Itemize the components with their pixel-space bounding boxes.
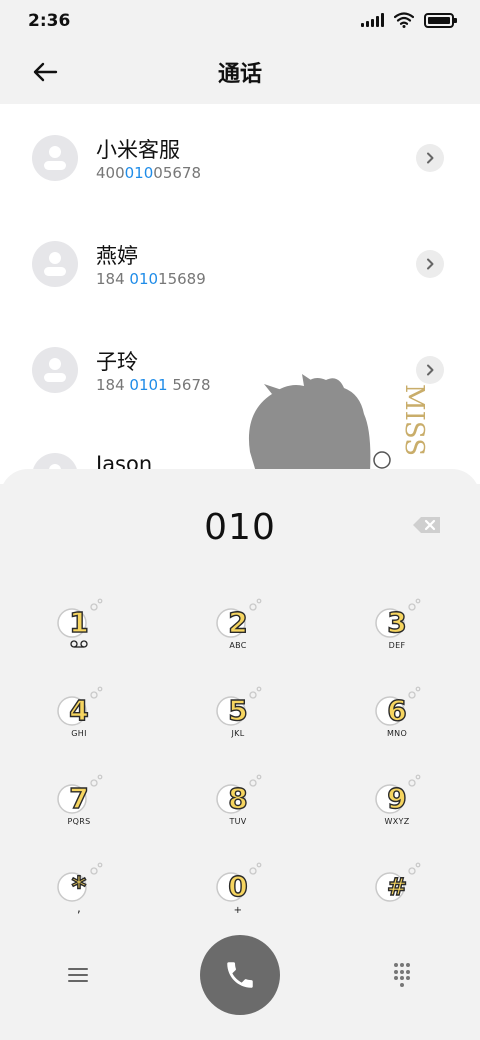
dial-key-1[interactable]: 1: [44, 593, 114, 663]
contact-number: 184 01015689: [96, 270, 206, 288]
status-icons: [361, 12, 457, 28]
dial-key-0[interactable]: 0 +: [203, 857, 273, 927]
signal-icon: [361, 13, 384, 27]
keypad-toggle-button[interactable]: [392, 963, 412, 987]
page-title: 通话: [217, 62, 262, 87]
dial-key-3[interactable]: 3 DEF: [362, 593, 432, 663]
call-button[interactable]: [200, 935, 280, 1015]
backspace-icon: [413, 517, 440, 533]
chevron-right-icon: [427, 258, 434, 270]
contact-number: 40001005678: [96, 164, 201, 182]
dial-key-star[interactable]: * ,: [44, 857, 114, 927]
status-bar: 2:36: [0, 0, 480, 40]
contact-name: 燕婷: [96, 244, 138, 268]
contact-detail-button[interactable]: [416, 250, 444, 278]
contact-detail-button[interactable]: [416, 144, 444, 172]
phone-icon: [227, 962, 253, 988]
dial-key-8[interactable]: 8 TUV: [203, 769, 273, 839]
status-time: 2:36: [28, 11, 71, 31]
dial-key-4[interactable]: 4 GHI: [44, 681, 114, 751]
dial-key-2[interactable]: 2 ABC: [203, 593, 273, 663]
dialer-panel: 010 1 2 ABC 3 DEF 4 GHI 5 JKL 6 MNO 7 PQ…: [0, 469, 480, 1040]
dial-key-hash[interactable]: #: [362, 857, 432, 927]
header: 通话: [0, 40, 480, 104]
dial-key-5[interactable]: 5 JKL: [203, 681, 273, 751]
contact-number: 184 0101 5678: [96, 376, 211, 394]
avatar: [32, 135, 78, 181]
menu-button[interactable]: [66, 965, 90, 985]
avatar: [32, 241, 78, 287]
watermark-text: MISS: [399, 384, 429, 456]
chevron-right-icon: [427, 152, 434, 164]
backspace-button[interactable]: [412, 515, 442, 535]
dial-key-9[interactable]: 9 WXYZ: [362, 769, 432, 839]
dial-number-display: 010: [204, 507, 276, 548]
wifi-icon: [394, 12, 414, 28]
contact-name: 小米客服: [96, 138, 180, 162]
contact-name: 子玲: [96, 350, 138, 374]
dial-key-7[interactable]: 7 PQRS: [44, 769, 114, 839]
dial-key-6[interactable]: 6 MNO: [362, 681, 432, 751]
voicemail-icon: [70, 640, 88, 648]
contact-row[interactable]: 燕婷 184 01015689: [0, 210, 480, 310]
contact-row[interactable]: 小米客服 40001005678: [0, 104, 480, 204]
battery-icon: [424, 12, 457, 28]
menu-icon: [66, 968, 90, 982]
avatar: [32, 347, 78, 393]
